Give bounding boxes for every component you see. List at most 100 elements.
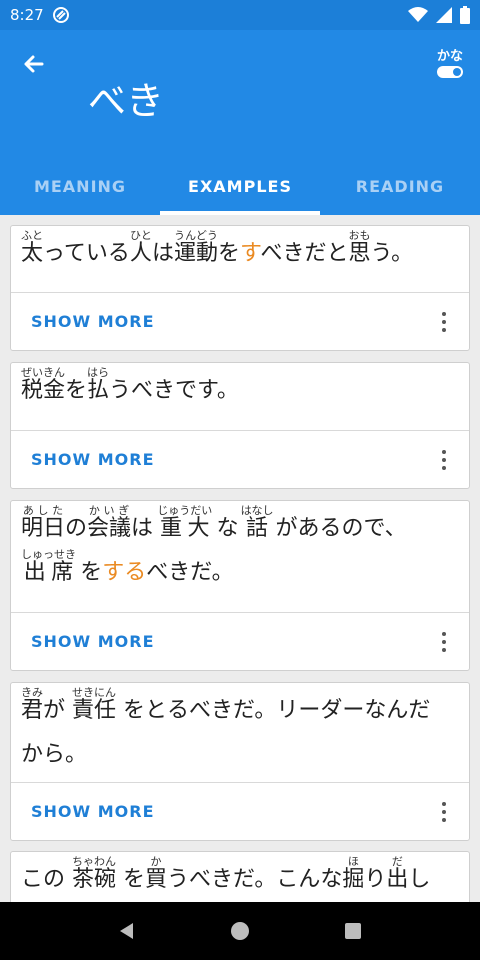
page-title: べき <box>88 79 165 123</box>
furigana-reading: しゅっせき <box>21 548 76 561</box>
status-bar: 8:27 <box>0 0 480 30</box>
furigana-reading: せきにん <box>72 686 117 699</box>
furigana-reading: ちゃわん <box>72 855 117 868</box>
sentence-text: から。 <box>21 742 88 767</box>
sentence-text: を <box>116 867 146 892</box>
kanji-with-furigana: 払はら <box>87 366 110 403</box>
kanji-with-furigana: 買か <box>145 855 168 892</box>
sentence-text: は <box>151 241 174 266</box>
sentence-text: を <box>73 560 103 585</box>
kanji-with-furigana: 君きみ <box>21 686 44 723</box>
show-more-button[interactable]: SHOW MORE <box>31 293 155 351</box>
kanji-with-furigana: 出だ <box>386 855 409 892</box>
back-arrow-icon <box>24 55 44 73</box>
example-card: 税金ぜいきんを払はらうべきです。 SHOW MORE <box>10 362 470 489</box>
more-options-icon[interactable] <box>441 312 447 332</box>
furigana-reading: うんどう <box>173 229 218 242</box>
furigana-reading: だ <box>386 855 409 868</box>
more-options-icon[interactable] <box>441 450 447 470</box>
furigana-reading: ひと <box>129 229 152 242</box>
more-options-icon[interactable] <box>441 802 447 822</box>
kanji-with-furigana: 思おも <box>348 229 371 266</box>
sentence-text: があるので、 <box>268 516 407 541</box>
battery-icon <box>460 6 470 24</box>
status-time: 8:27 <box>10 6 44 24</box>
kana-toggle-button[interactable]: かな <box>434 50 466 80</box>
sentence-text: し <box>408 867 431 892</box>
example-sentence[interactable]: 太ふとっている人ひとは運動うんどうをすべきだと思おもう。 <box>11 226 469 276</box>
kanji-with-furigana: 責任せきにん <box>72 686 117 723</box>
toggle-switch-icon <box>437 66 463 78</box>
kanji-with-furigana: 税金ぜいきん <box>21 366 66 403</box>
sentence-text: は <box>131 516 161 541</box>
example-card: 太ふとっている人ひとは運動うんどうをすべきだと思おもう。 SHOW MORE <box>10 225 470 351</box>
sentence-text: が <box>43 698 73 723</box>
examples-list[interactable]: 太ふとっている人ひとは運動うんどうをすべきだと思おもう。 SHOW MORE 税… <box>0 215 480 902</box>
sentence-text: をとるべきだ。リーダーなんだ <box>116 698 431 723</box>
kanji-with-furigana: 話はなし <box>240 504 274 541</box>
card-footer: SHOW MORE <box>11 292 469 350</box>
furigana-reading: はら <box>87 366 110 379</box>
sentence-text: を <box>217 241 240 266</box>
example-card: この 茶碗ちゃわん を買かうべきだ。こんな掘ほり出だし <box>10 851 470 902</box>
show-more-button[interactable]: SHOW MORE <box>31 783 155 841</box>
furigana-reading: かいぎ <box>87 504 132 517</box>
signal-icon <box>436 7 452 23</box>
furigana-reading: あした <box>21 504 65 517</box>
sentence-text: っている <box>43 241 130 266</box>
kanji-with-furigana: 明日あした <box>21 504 66 541</box>
sentence-text: この <box>21 867 72 892</box>
sentence-text: の <box>65 516 88 541</box>
sentence-text: を <box>65 378 88 403</box>
back-triangle-icon[interactable] <box>117 921 137 941</box>
sentence-text: り <box>364 867 387 892</box>
kana-toggle-label: かな <box>436 49 463 64</box>
sentence-text: うべきです。 <box>109 378 239 403</box>
tab-bar: MEANING EXAMPLES READING <box>0 158 480 215</box>
kanji-with-furigana: 出席しゅっせき <box>21 548 76 585</box>
kanji-with-furigana: 人ひと <box>129 229 152 266</box>
furigana-reading: おも <box>348 229 371 242</box>
kanji-with-furigana: 会議かいぎ <box>87 504 132 541</box>
furigana-reading: じゅうだい <box>157 504 213 517</box>
kanji-with-furigana: 茶碗ちゃわん <box>72 855 117 892</box>
tab-reading[interactable]: READING <box>320 158 480 215</box>
example-card: 明日あしたの会議かいぎは 重大じゅうだい な 話はなし があるので、 出席しゅっ… <box>10 500 470 671</box>
kanji-with-furigana: 太ふと <box>21 229 44 266</box>
tab-meaning[interactable]: MEANING <box>0 158 160 215</box>
furigana-reading: ふと <box>21 229 44 242</box>
sync-icon <box>52 7 69 23</box>
sentence-text: べきだと <box>260 241 349 266</box>
sentence-text: べきだ。 <box>146 560 234 585</box>
highlighted-grammar: する <box>102 560 147 585</box>
app-bar: かな べき MEANING EXAMPLES READING <box>0 30 480 215</box>
show-more-button[interactable]: SHOW MORE <box>31 431 155 489</box>
card-footer: SHOW MORE <box>11 782 469 840</box>
show-more-button[interactable]: SHOW MORE <box>31 613 155 671</box>
card-footer: SHOW MORE <box>11 612 469 670</box>
sentence-text: う。 <box>370 241 414 266</box>
example-sentence[interactable]: 明日あしたの会議かいぎは 重大じゅうだい な 話はなし があるので、 出席しゅっ… <box>11 501 469 595</box>
kanji-with-furigana: 掘ほ <box>342 855 365 892</box>
example-card: 君きみが 責任せきにん をとるべきだ。リーダーなんだから。 SHOW MORE <box>10 682 470 841</box>
highlighted-grammar: す <box>239 241 261 266</box>
card-footer: SHOW MORE <box>11 430 469 488</box>
example-sentence[interactable]: 君きみが 責任せきにん をとるべきだ。リーダーなんだから。 <box>11 683 469 777</box>
back-button[interactable] <box>18 48 50 80</box>
example-sentence[interactable]: 税金ぜいきんを払はらうべきです。 <box>11 363 469 413</box>
sentence-text: うべきだ。こんな <box>167 867 343 892</box>
furigana-reading: ぜいきん <box>21 366 66 379</box>
wifi-icon <box>408 7 428 22</box>
tab-examples[interactable]: EXAMPLES <box>160 158 320 215</box>
furigana-reading: ほ <box>342 855 365 868</box>
kanji-with-furigana: 運動うんどう <box>173 229 218 266</box>
kanji-with-furigana: 重大じゅうだい <box>157 504 213 541</box>
more-options-icon[interactable] <box>441 632 447 652</box>
furigana-reading: はなし <box>240 504 274 517</box>
system-nav-bar <box>0 902 480 960</box>
home-circle-icon[interactable] <box>230 921 250 941</box>
example-sentence[interactable]: この 茶碗ちゃわん を買かうべきだ。こんな掘ほり出だし <box>11 852 469 902</box>
furigana-reading: きみ <box>21 686 44 699</box>
furigana-reading: か <box>145 855 168 868</box>
recents-square-icon[interactable] <box>343 921 363 941</box>
